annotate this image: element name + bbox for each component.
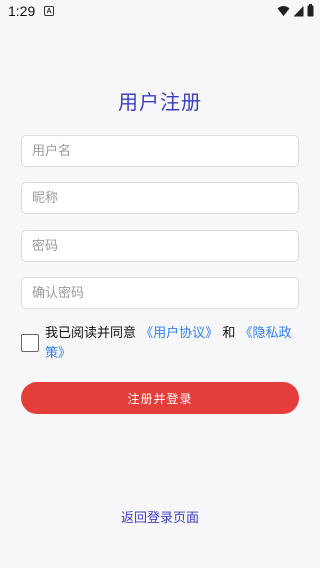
agreement-checkbox[interactable] [21,334,39,352]
agreement-and: 和 [222,326,236,341]
status-bar: 1:29 A [0,0,320,24]
user-agreement-link[interactable]: 《用户协议》 [140,326,218,341]
confirm-password-input[interactable] [21,277,299,309]
back-to-login-link[interactable]: 返回登录页面 [0,507,320,526]
notification-icon: A [44,6,54,16]
password-input[interactable] [21,230,299,262]
wifi-icon [277,5,290,16]
system-icons [277,4,314,17]
page-title: 用户注册 [118,90,202,114]
agreement-prefix: 我已阅读并同意 [45,326,137,341]
agreement-text: 我已阅读并同意 《用户协议》 和 《隐私政策》 [45,324,301,364]
status-time: 1:29 [8,3,36,19]
signal-icon [293,5,304,16]
nickname-input[interactable] [21,182,299,214]
username-input[interactable] [21,135,299,167]
register-login-button[interactable]: 注册并登录 [21,382,299,414]
battery-icon [307,4,314,17]
